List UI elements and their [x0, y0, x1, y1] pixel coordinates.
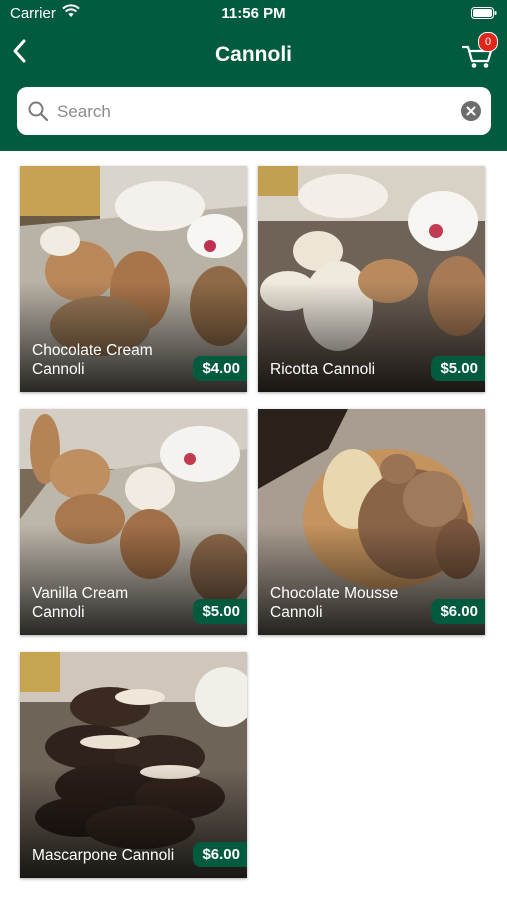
search-icon	[28, 101, 49, 122]
product-card[interactable]: Ricotta Cannoli $5.00	[258, 166, 485, 392]
clear-search-icon[interactable]	[461, 101, 481, 121]
product-price: $5.00	[193, 599, 247, 624]
search-input[interactable]	[55, 97, 459, 127]
product-card[interactable]: Chocolate Mousse Cannoli $6.00	[258, 409, 485, 635]
clock: 11:56 PM	[221, 5, 286, 22]
product-card[interactable]: Mascarpone Cannoli $6.00	[20, 652, 247, 878]
product-name: Mascarpone Cannoli	[32, 847, 175, 864]
product-card[interactable]: Vanilla Cream Cannoli $5.00	[20, 409, 247, 635]
search-bar[interactable]	[17, 87, 491, 135]
product-name: Ricotta Cannoli	[270, 361, 376, 378]
battery-icon	[471, 7, 497, 19]
product-grid: Chocolate Cream Cannoli $4.00 Ricotta Ca…	[0, 151, 507, 900]
product-price: $6.00	[193, 842, 247, 867]
cart-count-badge: 0	[478, 32, 498, 52]
product-price: $5.00	[431, 356, 485, 381]
product-name: Chocolate Mousse Cannoli	[270, 585, 399, 621]
cart-button[interactable]: 0	[447, 28, 507, 80]
product-name: Vanilla Cream Cannoli	[32, 585, 129, 621]
product-price: $6.00	[431, 599, 485, 624]
app-header: Carrier 11:56 PM Cannoli 0	[0, 0, 507, 151]
nav-bar: Cannoli 0	[0, 28, 507, 80]
product-name: Chocolate Cream Cannoli	[32, 342, 153, 378]
product-card[interactable]: Chocolate Cream Cannoli $4.00	[20, 166, 247, 392]
page-title: Cannoli	[215, 43, 292, 66]
product-price: $4.00	[193, 356, 247, 381]
status-bar: Carrier 11:56 PM	[0, 0, 507, 28]
